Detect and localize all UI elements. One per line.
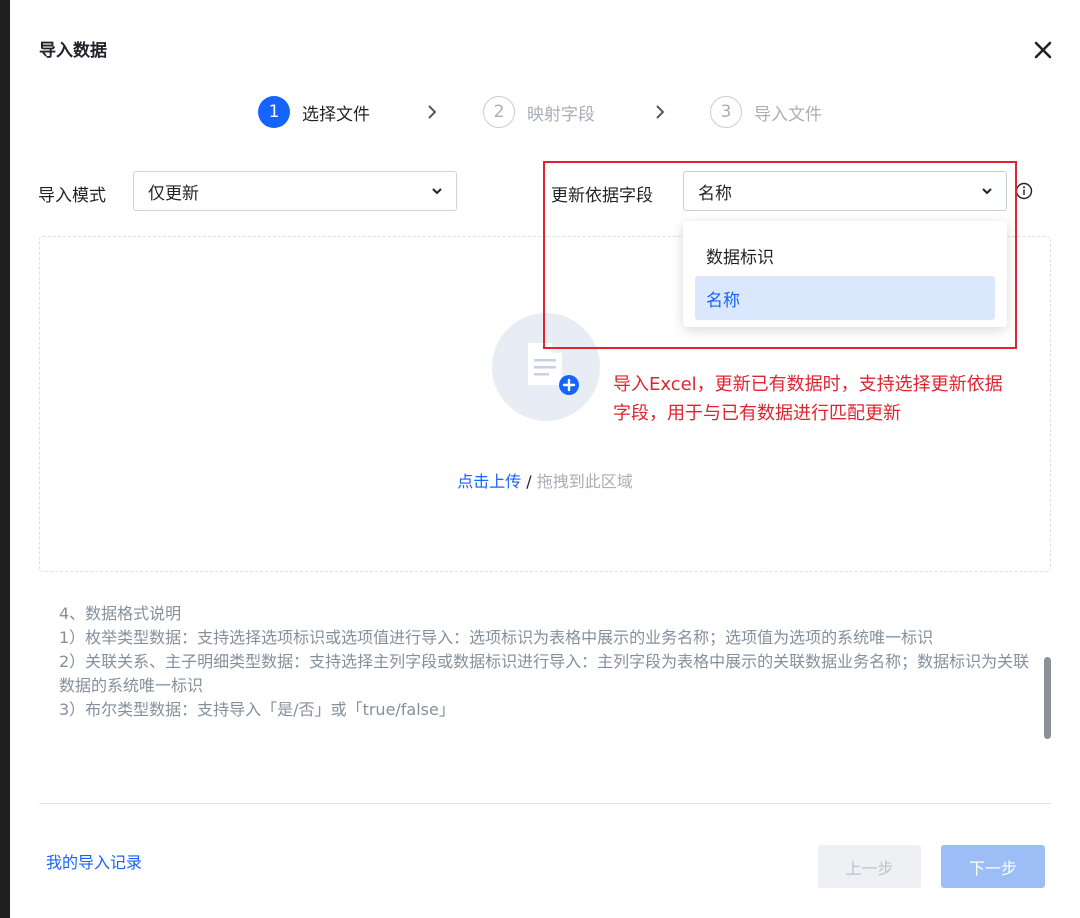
footer-divider <box>39 803 1051 804</box>
dialog-title: 导入数据 <box>39 41 107 61</box>
import-mode-value: 仅更新 <box>148 183 199 204</box>
notes-item: 3）布尔类型数据：支持导入「是/否」或「true/false」 <box>59 700 455 719</box>
notes-item: 1）枚举类型数据：支持选择选项标识或选项值进行导入：选项标识为表格中展示的业务名… <box>59 628 934 647</box>
prev-step-button[interactable]: 上一步 <box>818 845 921 888</box>
info-icon[interactable] <box>1015 182 1033 200</box>
notes-item: 2）关联关系、主子明细类型数据：支持选择主列字段或数据标识进行导入：主列字段为表… <box>59 652 1030 695</box>
import-steps: 1 选择文件 2 映射字段 3 导入文件 <box>10 95 1080 129</box>
annotation-text: 导入Excel，更新已有数据时，支持选择更新依据字段，用于与已有数据进行匹配更新 <box>613 374 1003 424</box>
step-number: 3 <box>710 96 742 128</box>
step-label: 选择文件 <box>302 104 370 125</box>
import-mode-select[interactable]: 仅更新 <box>133 171 457 211</box>
step-map-fields: 2 映射字段 <box>483 95 595 129</box>
upload-separator: / <box>521 472 537 491</box>
import-mode-label: 导入模式 <box>38 186 106 206</box>
step-label: 映射字段 <box>527 104 595 125</box>
annotation-highlight-box <box>543 161 1017 349</box>
import-history-link[interactable]: 我的导入记录 <box>46 849 142 873</box>
step-label: 导入文件 <box>754 104 822 125</box>
chevron-down-icon <box>432 188 442 195</box>
step-number: 2 <box>483 96 515 128</box>
next-step-button[interactable]: 下一步 <box>941 845 1045 888</box>
import-data-dialog: 导入数据 1 选择文件 2 映射字段 3 导入文件 导入模式 仅更新 点击上传 … <box>10 0 1080 918</box>
chevron-right-icon <box>428 105 437 119</box>
close-icon[interactable] <box>1030 37 1056 63</box>
drag-upload-text: 拖拽到此区域 <box>536 472 633 491</box>
step-number: 1 <box>258 96 290 128</box>
step-select-file: 1 选择文件 <box>258 95 370 129</box>
data-format-notes: 4、数据格式说明 1）枚举类型数据：支持选择选项标识或选项值进行导入：选项标识为… <box>59 602 1044 722</box>
notes-heading: 4、数据格式说明 <box>59 604 182 623</box>
notes-scrollbar[interactable] <box>1044 657 1051 739</box>
upload-hint: 点击上传 / 拖拽到此区域 <box>10 468 1080 492</box>
click-upload-link[interactable]: 点击上传 <box>457 472 521 491</box>
chevron-right-icon <box>656 105 665 119</box>
step-import-file: 3 导入文件 <box>710 95 822 129</box>
